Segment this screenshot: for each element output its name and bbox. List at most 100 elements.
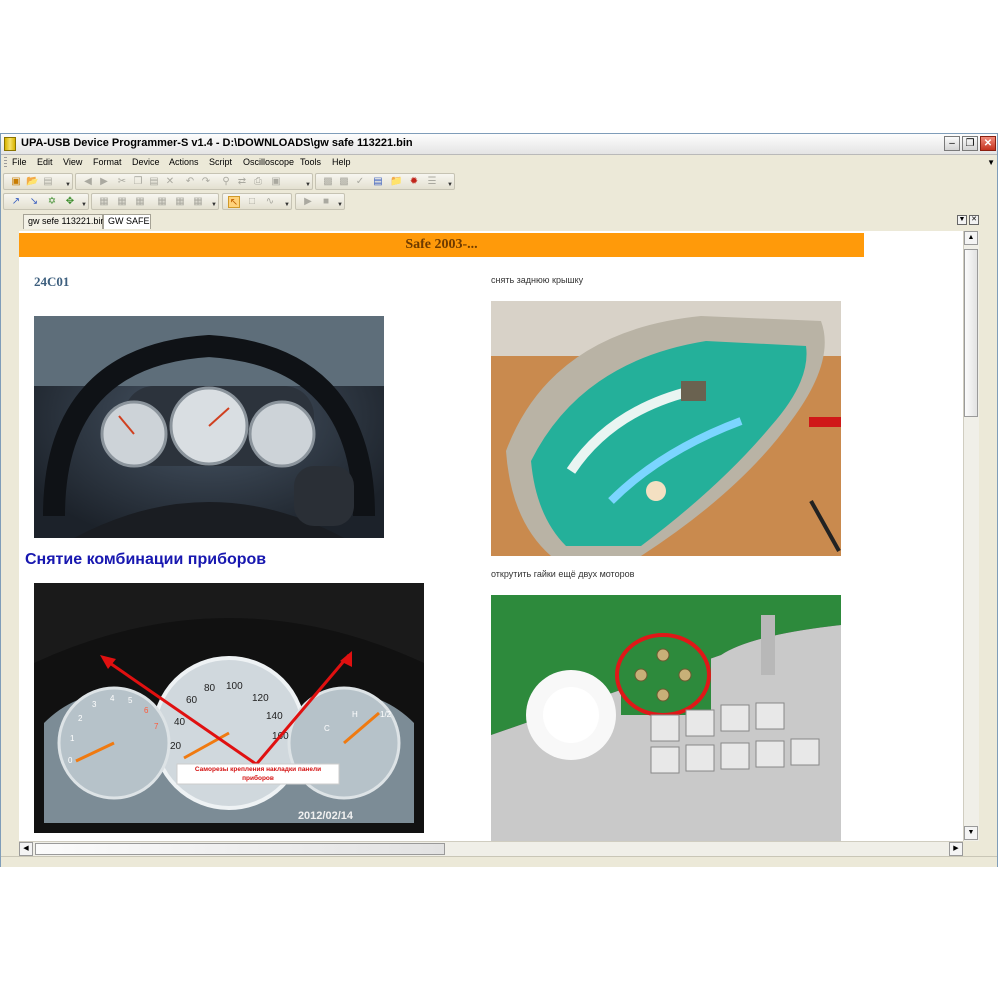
horizontal-scroll-thumb[interactable] [35, 843, 445, 855]
window-icon[interactable]: ▣ [270, 176, 282, 188]
settings-icon[interactable]: ▤ [372, 176, 384, 188]
menu-edit[interactable]: Edit [37, 157, 53, 167]
tacho-tick-3: 3 [92, 700, 97, 709]
document-view[interactable]: Safe 2003-... 24C01 Снятие комбинации пр… [19, 231, 963, 841]
close-icon: ✕ [983, 138, 993, 149]
caption-unscrew-nuts: открутить гайки ещё двух моторов [491, 569, 635, 579]
toolbar-view: ▦ ▦ ▦ ▦ ▦ ▦ ▼ [91, 193, 219, 210]
move-icon[interactable]: ✥ [64, 196, 76, 208]
replace-icon[interactable]: ⇄ [236, 176, 248, 188]
temp-tick-c: C [324, 724, 330, 733]
view-6-icon[interactable]: ▦ [192, 196, 204, 208]
forward-icon[interactable]: ▶ [98, 176, 110, 188]
chevron-down-icon[interactable]: ▼ [211, 202, 217, 208]
toolbar-device: ▩ ▩ ✓ ▤ 📁 ✹ ☰ ▼ [315, 173, 455, 190]
view-4-icon[interactable]: ▦ [156, 196, 168, 208]
print-icon[interactable]: ⎙ [252, 176, 264, 188]
list-icon[interactable]: ☰ [426, 176, 438, 188]
tacho-tick-2: 2 [78, 714, 83, 723]
scroll-right-icon[interactable]: ▶ [949, 842, 963, 856]
cut-icon[interactable]: ✂ [116, 176, 128, 188]
save-icon[interactable]: ▤ [42, 176, 54, 188]
toolbar-file: ▣ 📂 ▤ ▼ [3, 173, 73, 190]
tacho-tick-7: 7 [154, 722, 159, 731]
temp-tick-h: H [352, 710, 358, 719]
wave-icon[interactable]: ∿ [264, 196, 276, 208]
cluster-image: 80 100 120 140 160 60 40 20 0 1 2 3 4 5 … [34, 583, 424, 833]
speedo-tick-40: 40 [174, 717, 186, 728]
redo-icon[interactable]: ↷ [200, 176, 212, 188]
tab-gw-safe[interactable]: GW SAFE [103, 214, 151, 229]
pointer-icon[interactable]: ↖ [228, 196, 240, 208]
menu-help[interactable]: Help [332, 157, 351, 167]
chip-icon [4, 137, 16, 151]
app-window: UPA-USB Device Programmer-S v1.4 - D:\DO… [0, 133, 998, 867]
chevron-down-icon[interactable]: ▼ [337, 202, 343, 208]
chevron-down-icon[interactable]: ▼ [65, 182, 71, 188]
zoom-out-icon[interactable]: ↘ [28, 196, 40, 208]
restore-button[interactable]: ❐ [962, 136, 978, 151]
tab-close-icon[interactable]: ✕ [969, 215, 979, 225]
scroll-down-icon[interactable]: ▼ [964, 826, 978, 840]
back-icon[interactable]: ◀ [82, 176, 94, 188]
minimize-button[interactable]: – [944, 136, 960, 151]
open-folder-icon[interactable]: 📂 [26, 176, 38, 188]
find-icon[interactable]: ⚲ [220, 176, 232, 188]
tacho-tick-4: 4 [110, 694, 115, 703]
chevron-down-icon[interactable]: ▼ [284, 202, 290, 208]
verify-icon[interactable]: ✓ [354, 176, 366, 188]
select-icon[interactable]: □ [246, 196, 258, 208]
paste-icon[interactable]: ▤ [148, 176, 160, 188]
tacho-tick-1: 1 [70, 734, 75, 743]
menu-file[interactable]: File [12, 157, 27, 167]
new-file-icon[interactable]: ▣ [10, 176, 22, 188]
view-2-icon[interactable]: ▦ [116, 196, 128, 208]
horizontal-scrollbar[interactable]: ◀ ▶ [19, 841, 963, 856]
section-heading: Снятие комбинации приборов [25, 551, 267, 568]
scroll-left-icon[interactable]: ◀ [19, 842, 33, 856]
menubar-grip[interactable] [4, 157, 7, 169]
chevron-down-icon[interactable]: ▼ [305, 182, 311, 188]
tacho-tick-6: 6 [144, 706, 149, 715]
tab-bin-file[interactable]: gw sefe 113221.bin [23, 214, 105, 229]
document-tabs: gw sefe 113221.bin GW SAFE ▼ ✕ [1, 212, 997, 229]
undo-icon[interactable]: ↶ [184, 176, 196, 188]
view-1-icon[interactable]: ▦ [98, 196, 110, 208]
vertical-scroll-thumb[interactable] [964, 249, 978, 417]
chip-label: 24C01 [34, 274, 70, 289]
tab-list-icon[interactable]: ▼ [957, 215, 967, 225]
menu-device[interactable]: Device [132, 157, 160, 167]
scroll-up-icon[interactable]: ▲ [964, 231, 978, 245]
speedo-tick-140: 140 [266, 711, 283, 722]
device-select-icon[interactable]: 📁 [390, 176, 402, 188]
zoom-in-icon[interactable]: ↗ [10, 196, 22, 208]
photo-pcb-nuts [491, 595, 841, 841]
menu-oscilloscope[interactable]: Oscilloscope [243, 157, 294, 167]
fit-icon[interactable]: ✡ [46, 196, 58, 208]
play-icon[interactable]: ▶ [302, 196, 314, 208]
chip-read-icon[interactable]: ▩ [322, 176, 334, 188]
stop-icon[interactable]: ■ [320, 196, 332, 208]
copy-icon[interactable]: ❐ [132, 176, 144, 188]
view-3-icon[interactable]: ▦ [134, 196, 146, 208]
cluster-back-image [491, 301, 841, 556]
chip-write-icon[interactable]: ▩ [338, 176, 350, 188]
delete-icon[interactable]: ✕ [164, 176, 176, 188]
menu-format[interactable]: Format [93, 157, 122, 167]
menu-actions[interactable]: Actions [169, 157, 199, 167]
tacho-tick-0: 0 [68, 756, 73, 765]
photo-callout: Саморезы крепления накладки панели прибо… [194, 766, 322, 782]
menu-tools[interactable]: Tools [300, 157, 321, 167]
bug-icon[interactable]: ✹ [408, 176, 420, 188]
vertical-scrollbar[interactable]: ▲ ▼ [963, 231, 979, 841]
menu-script[interactable]: Script [209, 157, 232, 167]
toolbar-select: ↖ □ ∿ ▼ [222, 193, 292, 210]
fuel-tick-half: 1/2 [380, 710, 392, 719]
view-5-icon[interactable]: ▦ [174, 196, 186, 208]
minimize-icon: – [949, 138, 955, 149]
chevron-down-icon[interactable]: ▼ [81, 202, 87, 208]
close-button[interactable]: ✕ [980, 136, 996, 151]
menu-view[interactable]: View [63, 157, 82, 167]
chevron-down-icon[interactable]: ▼ [447, 182, 453, 188]
chevron-down-icon[interactable]: ▼ [987, 158, 995, 167]
